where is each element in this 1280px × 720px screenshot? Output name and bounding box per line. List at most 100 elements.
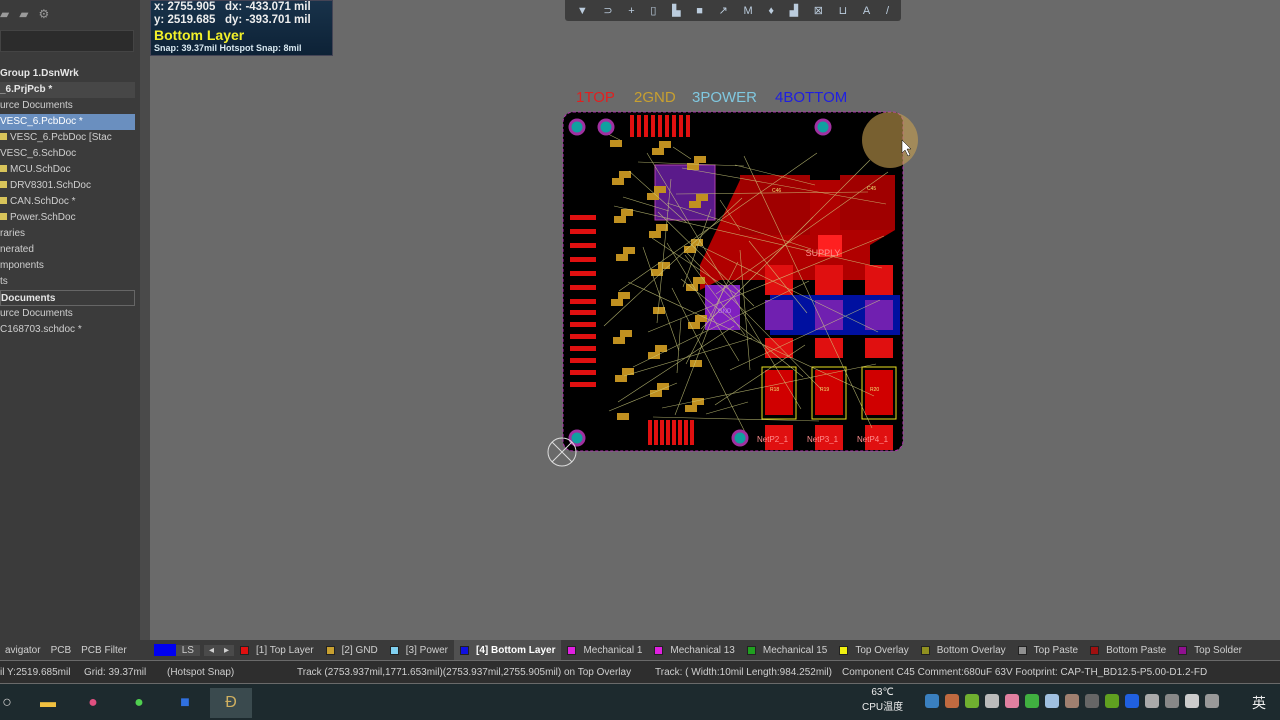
folder-icon[interactable]: ▰ [0, 7, 9, 21]
rect-icon[interactable]: ▯ [650, 4, 656, 17]
layer-tab[interactable]: Top Solder [1172, 640, 1248, 660]
wechat-tray-icon[interactable] [1025, 694, 1039, 708]
tray-app-icon[interactable] [925, 694, 939, 708]
wifi-icon[interactable] [1165, 694, 1179, 708]
c45-pad [840, 175, 895, 230]
cross-icon[interactable]: + [628, 5, 634, 17]
tray-app-icon[interactable] [965, 694, 979, 708]
tray-app-icon[interactable] [945, 694, 959, 708]
cpu-temp: 63℃ [871, 687, 894, 698]
tree-item[interactable]: ts [0, 274, 135, 290]
tray-app-icon[interactable] [1085, 694, 1099, 708]
gear-icon[interactable]: ⚙ [38, 7, 49, 21]
ime-indicator[interactable]: 英 [1252, 693, 1266, 713]
tree-item[interactable]: VESC_6.SchDoc [0, 146, 135, 162]
supply-label: SUPPLY [806, 248, 841, 258]
tree-item[interactable]: mponents [0, 258, 135, 274]
prev-layer-icon[interactable]: ◂ [203, 644, 219, 656]
folder-icon[interactable]: ▰ [19, 7, 28, 21]
tree-item[interactable]: C168703.schdoc * [0, 322, 135, 338]
layer-tab[interactable]: [1] Top Layer [234, 640, 320, 660]
m-icon[interactable]: M [743, 5, 752, 17]
panel-toolbar: ▰ ▰ ⚙ [0, 0, 140, 28]
next-layer-icon[interactable]: ▸ [218, 644, 234, 656]
wechat-icon[interactable]: ● [122, 688, 156, 718]
magnet-icon[interactable]: ⊃ [603, 4, 612, 17]
bar-chart-icon[interactable]: ▙ [672, 4, 680, 17]
box-line-icon[interactable]: ⊠ [814, 4, 823, 17]
status-grid: Grid: 39.37mil [84, 667, 147, 678]
layer-tab[interactable]: Mechanical 1 [561, 640, 648, 660]
layer-tab-label: [2] GND [341, 644, 378, 656]
pin-icon[interactable]: ♦ [768, 5, 774, 17]
panel-scrollbar[interactable] [140, 0, 150, 640]
status-bar: il Y:2519.685mil Grid: 39.37mil (Hotspot… [0, 661, 1280, 683]
tray-app-icon[interactable] [985, 694, 999, 708]
search-icon[interactable]: ○ [0, 688, 24, 718]
tree-item[interactable]: urce Documents [0, 306, 135, 322]
origin-marker-icon [547, 437, 577, 467]
tray-app-icon[interactable] [1045, 694, 1059, 708]
tree-item[interactable]: _6.PrjPcb * [0, 82, 135, 98]
net2-label: NetP2_1 [757, 435, 789, 444]
tree-item[interactable]: Power.SchDoc [0, 210, 135, 226]
tree-item[interactable]: DRV8301.SchDoc [0, 178, 135, 194]
layer-tab[interactable]: Mechanical 13 [648, 640, 740, 660]
pencil-icon[interactable]: / [886, 5, 889, 17]
tree-item[interactable]: urce Documents [0, 98, 135, 114]
stairs-icon[interactable]: ▟ [790, 4, 798, 17]
smd-component [659, 141, 671, 148]
route-icon[interactable]: ↗ [719, 4, 728, 17]
square-icon[interactable]: ■ [696, 5, 703, 17]
search-input[interactable] [0, 30, 134, 52]
battery-icon[interactable] [1145, 694, 1159, 708]
layer-tab[interactable]: Bottom Paste [1084, 640, 1172, 660]
layer-tab[interactable]: [4] Bottom Layer [454, 640, 562, 660]
tree-item-label: VESC_6.PcbDoc [Stac [10, 132, 112, 143]
layer-tab[interactable]: [2] GND [320, 640, 384, 660]
connector-pad [570, 358, 596, 363]
microphone-icon[interactable] [1185, 694, 1199, 708]
tree-item[interactable]: Documents [0, 290, 135, 306]
tray-app-icon[interactable] [1065, 694, 1079, 708]
tree-item[interactable]: VESC_6.PcbDoc [Stac [0, 130, 135, 146]
tree-item[interactable]: nerated [0, 242, 135, 258]
volume-icon[interactable] [1205, 694, 1219, 708]
wps-icon[interactable]: ■ [168, 688, 202, 718]
mosfet-pad [815, 338, 843, 358]
smd-component [623, 247, 635, 254]
pcb-board-view[interactable]: 1TOP 2GND 3POWER 4BOTTOM SUPPLY C46 C45 GND… [540, 80, 920, 480]
tree-item[interactable]: CAN.SchDoc * [0, 194, 135, 210]
filter-icon[interactable]: ▼ [577, 5, 588, 17]
tree-item[interactable]: VESC_6.PcbDoc * [0, 114, 135, 130]
layer-tab[interactable]: Top Paste [1012, 640, 1084, 660]
mosfet-pad [865, 265, 893, 295]
c46-pad [740, 175, 810, 235]
frame-icon[interactable]: ⊔ [839, 4, 848, 17]
tree-item[interactable]: Group 1.DsnWrk [0, 66, 135, 82]
layer-tab[interactable]: Mechanical 15 [741, 640, 833, 660]
layer-tab[interactable]: [3] Power [384, 640, 454, 660]
panel-tab-pcb[interactable]: PCB [46, 645, 77, 656]
browser-icon[interactable]: ● [76, 688, 110, 718]
tree-item[interactable]: MCU.SchDoc [0, 162, 135, 178]
layer-tab[interactable]: Top Overlay [833, 640, 914, 660]
panel-tab-pcb-filter[interactable]: PCB Filter [76, 645, 132, 656]
dx-label: dx: [225, 1, 243, 13]
nvidia-icon[interactable] [1105, 694, 1119, 708]
layer-set-button[interactable]: LS [175, 644, 200, 656]
connector-pad [570, 299, 596, 304]
tree-item-label: urce Documents [0, 100, 73, 111]
connector-pad [690, 420, 694, 445]
altium-icon[interactable]: Ð [210, 688, 252, 718]
mounting-hole [597, 118, 615, 136]
connector-pad [679, 115, 683, 137]
layer-tab[interactable]: Bottom Overlay [915, 640, 1012, 660]
text-icon[interactable]: A [863, 5, 870, 17]
bluetooth-icon[interactable] [1125, 694, 1139, 708]
panel-tab-navigator[interactable]: avigator [0, 645, 46, 656]
tree-item[interactable]: raries [0, 226, 135, 242]
file-explorer-icon[interactable]: ▬ [31, 688, 65, 718]
tray-app-icon[interactable] [1005, 694, 1019, 708]
system-tray [925, 694, 1219, 708]
